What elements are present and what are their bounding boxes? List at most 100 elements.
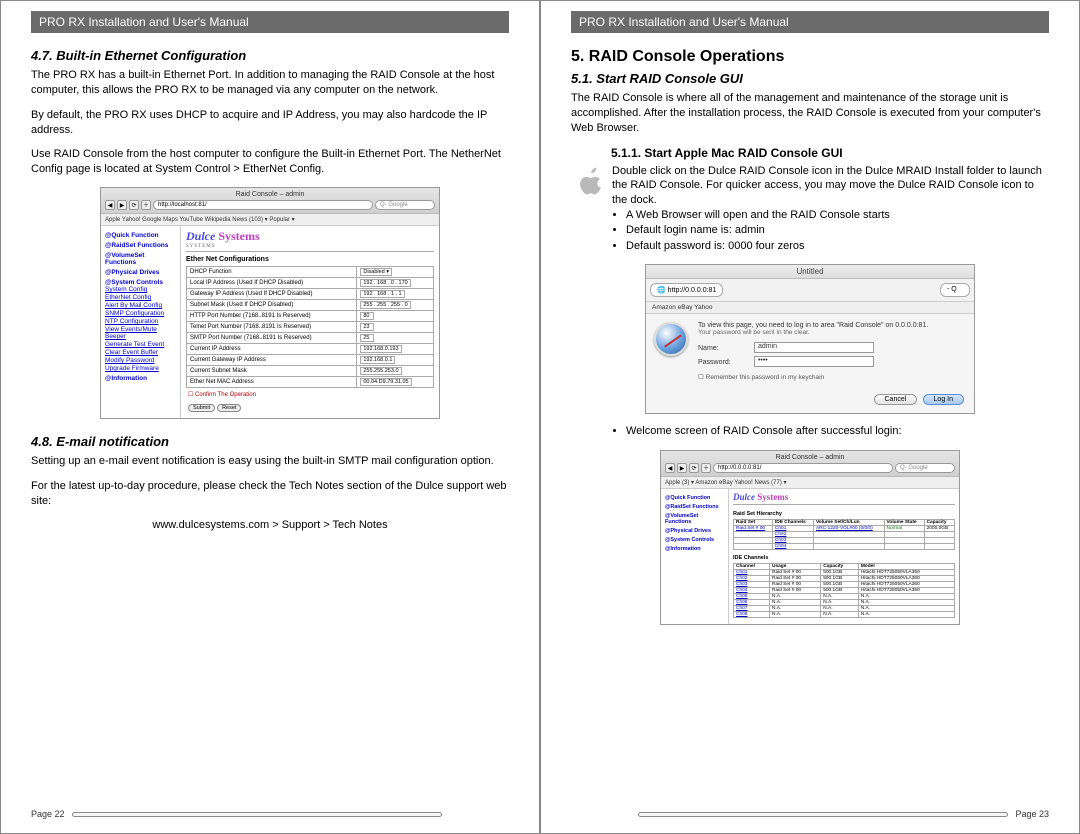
page-footer: Page 22: [31, 809, 509, 819]
nav-fwd-icon[interactable]: ▶: [117, 200, 127, 210]
sidebar-item[interactable]: Clear Event Buffer: [105, 349, 176, 356]
reset-button[interactable]: Reset: [217, 404, 241, 412]
sidebar-item[interactable]: @Information: [665, 546, 724, 552]
bookmark-bar[interactable]: Apple (3) ▾ Amazon eBay Yahoo! News (77)…: [661, 477, 959, 489]
search-field[interactable]: Q- Google: [895, 463, 955, 473]
para: The PRO RX has a built-in Ethernet Port.…: [31, 68, 509, 98]
page-header: PRO RX Installation and User's Manual: [31, 11, 509, 33]
submit-button[interactable]: Submit: [188, 404, 215, 412]
footer-line: [638, 812, 1008, 817]
sidebar-item[interactable]: @Quick Function: [665, 495, 724, 501]
para: Setting up an e-mail event notification …: [31, 454, 509, 469]
ide-channels-label: IDE Channels: [733, 553, 955, 563]
welcome-screenshot: Raid Console – admin ◀ ▶ ⟳ ＋ http://0.0.…: [660, 450, 960, 625]
ethernet-config-screenshot: Raid Console – admin ◀ ▶ ⟳ ＋ http://loca…: [100, 187, 440, 419]
main-panel: Dulce Systems SYSTEMS Ether Net Configur…: [181, 226, 439, 418]
search-placeholder: Google: [388, 202, 407, 208]
window-title: Raid Console – admin: [665, 454, 955, 461]
url-field[interactable]: 🌐 http://0.0.0.0:81: [650, 283, 723, 297]
sidebar-item[interactable]: @RaidSet Functions: [665, 504, 724, 510]
name-input[interactable]: admin: [754, 342, 874, 353]
sidebar-item[interactable]: View Events/Mute Beeper: [105, 326, 176, 340]
url-field[interactable]: http://0.0.0.0:81/: [713, 463, 893, 473]
sidebar-item[interactable]: System Config: [105, 286, 176, 293]
logo-word-1: Dulce: [733, 492, 755, 502]
list-item: Default password is: 0000 four zeros: [626, 239, 1049, 254]
password-input[interactable]: ••••: [754, 356, 874, 367]
section-5-1-title: 5.1. Start RAID Console GUI: [571, 71, 1049, 86]
sidebar-item[interactable]: @System Controls: [665, 537, 724, 543]
add-icon[interactable]: ＋: [701, 463, 711, 473]
page-23: PRO RX Installation and User's Manual 5.…: [540, 0, 1080, 834]
cancel-button[interactable]: Cancel: [874, 394, 918, 405]
safari-compass-icon: [654, 322, 688, 356]
page-footer: Page 23: [571, 809, 1049, 819]
confirm-checkbox[interactable]: ☐ Confirm The Operation: [186, 388, 434, 401]
apple-row: Double click on the Dulce RAID Console i…: [571, 164, 1049, 209]
login-button[interactable]: Log In: [923, 394, 964, 405]
para: Use RAID Console from the host computer …: [31, 147, 509, 177]
sidebar-quick[interactable]: @Quick Function: [105, 232, 176, 239]
reload-icon[interactable]: ⟳: [689, 463, 699, 473]
reload-icon[interactable]: ⟳: [129, 200, 139, 210]
dulce-logo: Dulce Systems: [733, 492, 955, 502]
bookmark-bar[interactable]: Amazon eBay Yahoo: [646, 302, 974, 314]
sidebar-item[interactable]: Generate Test Event: [105, 341, 176, 348]
sidebar: @Quick Function @RaidSet Functions @Volu…: [101, 226, 181, 418]
dulce-logo: Dulce Systems SYSTEMS: [186, 229, 434, 249]
form-title: Ether Net Configurations: [186, 256, 434, 263]
para: Double click on the Dulce RAID Console i…: [612, 164, 1049, 209]
bullet-list: Welcome screen of RAID Console after suc…: [626, 424, 1049, 439]
section-4-8-title: 4.8. E-mail notification: [31, 434, 509, 449]
search-field[interactable]: - Q: [940, 283, 970, 297]
sidebar-syscontrols[interactable]: @System Controls: [105, 279, 176, 286]
remember-checkbox[interactable]: ☐ Remember this password in my keychain: [698, 373, 966, 381]
url-field[interactable]: http://localhost:81/: [153, 200, 373, 210]
sidebar-info[interactable]: @Information: [105, 375, 176, 382]
dialog-line-2: Your password will be sent in the clear.: [698, 329, 810, 336]
apple-icon: [576, 166, 606, 196]
sidebar-item[interactable]: @VolumeSet Functions: [665, 513, 724, 525]
footer-line: [72, 812, 442, 817]
logo-subtitle: SYSTEMS: [186, 244, 434, 249]
sidebar-raidset[interactable]: @RaidSet Functions: [105, 242, 176, 249]
window-title: Untitled: [646, 265, 974, 279]
sidebar-item[interactable]: Alert By Mail Config: [105, 302, 176, 309]
dialog-buttons: Cancel Log In: [646, 389, 974, 413]
list-item: A Web Browser will open and the RAID Con…: [626, 208, 1049, 223]
form-buttons: Submit Reset: [186, 401, 434, 415]
raidset-table: Raid SetIDE ChannelsVolume Set/Ch/LunVol…: [733, 519, 955, 550]
section-5-1-1-title: 5.1.1. Start Apple Mac RAID Console GUI: [611, 146, 1049, 160]
sidebar-item[interactable]: EtherNet Config: [105, 294, 176, 301]
raidset-hierarchy-label: Raid Set Hierarchy: [733, 509, 955, 519]
add-icon[interactable]: ＋: [141, 200, 151, 210]
section-5-title: 5. RAID Console Operations: [571, 48, 1049, 66]
list-item: Default login name is: admin: [626, 223, 1049, 238]
bookmark-bar[interactable]: Apple Yahoo! Google Maps YouTube Wikiped…: [101, 214, 439, 226]
page-22: PRO RX Installation and User's Manual 4.…: [0, 0, 540, 834]
sidebar-item[interactable]: Upgrade Firmware: [105, 365, 176, 372]
browser-chrome: Raid Console – admin ◀ ▶ ⟳ ＋ http://loca…: [101, 188, 439, 214]
sidebar-item[interactable]: @Physical Drives: [665, 528, 724, 534]
sidebar-physical[interactable]: @Physical Drives: [105, 269, 176, 276]
sidebar-item[interactable]: Modify Password: [105, 357, 176, 364]
para: By default, the PRO RX uses DHCP to acqu…: [31, 108, 509, 138]
sidebar-item[interactable]: SNMP Configuration: [105, 310, 176, 317]
sidebar-item[interactable]: NTP Configuration: [105, 318, 176, 325]
nav-back-icon[interactable]: ◀: [105, 200, 115, 210]
window-title: Raid Console – admin: [105, 191, 435, 198]
dialog-text: To view this page, you need to log in to…: [698, 322, 966, 381]
logo-word-1: Dulce: [186, 229, 215, 243]
dialog-line-1: To view this page, you need to log in to…: [698, 322, 928, 329]
nav-fwd-icon[interactable]: ▶: [677, 463, 687, 473]
logo-word-2: Systems: [757, 492, 788, 502]
search-field[interactable]: Q- Google: [375, 200, 435, 210]
page-number: Page 23: [1015, 809, 1049, 819]
ethernet-config-table: DHCP FunctionDisabled ▾Local IP Address …: [186, 266, 434, 388]
para: The RAID Console is where all of the man…: [571, 91, 1049, 136]
sidebar-volumeset[interactable]: @VolumeSet Functions: [105, 252, 176, 266]
section-4-7-title: 4.7. Built-in Ethernet Configuration: [31, 48, 509, 63]
para: For the latest up-to-day procedure, plea…: [31, 479, 509, 509]
nav-back-icon[interactable]: ◀: [665, 463, 675, 473]
page-number: Page 22: [31, 809, 65, 819]
